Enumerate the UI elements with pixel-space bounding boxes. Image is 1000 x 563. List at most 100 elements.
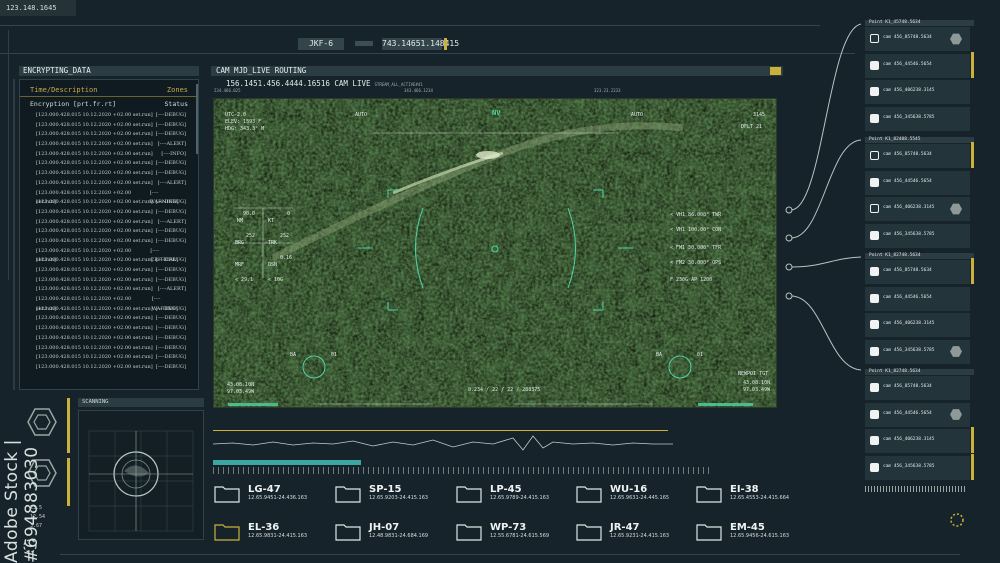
hud-v3: < FM1 30.000° TFR bbox=[670, 245, 722, 251]
encrypt-scroll-thumb[interactable] bbox=[196, 84, 198, 154]
log-row: [123.000.428.015 10.12.2020 +02.00 set.r… bbox=[20, 314, 198, 324]
camera-checkbox[interactable] bbox=[870, 267, 879, 276]
encrypt-col-zones: Zones bbox=[166, 86, 188, 94]
hud-v5: F 230G AP 1200 bbox=[670, 277, 712, 283]
camera-checkbox[interactable] bbox=[870, 113, 879, 123]
camera-checkbox[interactable] bbox=[870, 320, 879, 329]
log-status: [----ALERT] bbox=[157, 141, 186, 148]
code-tag[interactable]: JKF-6 bbox=[298, 38, 344, 50]
camera-item[interactable]: cam 456_345638.5785 bbox=[865, 453, 974, 480]
camera-item[interactable]: cam 456_85748.5634 bbox=[865, 142, 974, 168]
encrypt-col-time: Time/Description bbox=[30, 86, 98, 94]
folder-item[interactable]: SP-15 12.65.9203-24.415.163 bbox=[335, 484, 428, 503]
scanning-radar bbox=[88, 430, 194, 532]
vertical-watermark: Adobe Stock | #694883030 bbox=[2, 439, 42, 563]
log-row: [123.000.428.015 10.12.2020 +02.00 set.r… bbox=[20, 189, 198, 206]
folder-item[interactable]: EL-36 12.65.9831-24.415.163 bbox=[214, 522, 307, 541]
camera-checkbox[interactable] bbox=[870, 383, 879, 392]
folder-item[interactable]: WP-73 12.55.6781-24.615.569 bbox=[456, 522, 549, 541]
hud-r1: 3145 bbox=[753, 112, 765, 118]
hud-nm-value: 90.0 bbox=[243, 211, 255, 217]
camera-item[interactable]: cam 456_44546.5654 bbox=[865, 402, 970, 427]
folder-item[interactable]: LP-45 12.65.9789-24.415.163 bbox=[456, 484, 549, 503]
hud-v2: < VH1 100.00° CON bbox=[670, 227, 721, 233]
cam-title-marker bbox=[770, 67, 781, 75]
hud-ba-right: BA bbox=[656, 352, 662, 358]
camera-item[interactable]: cam 456_85748.5634 bbox=[865, 376, 970, 400]
log-row: [123.000.428.015 10.12.2020 +02.00 set.r… bbox=[20, 111, 198, 121]
folder-item[interactable]: LG-47 12.65.9451-24.436.163 bbox=[214, 484, 307, 503]
cam-tick-2: 343.466.1234 bbox=[404, 88, 433, 93]
ticker-scale bbox=[213, 467, 713, 474]
hud-mrf: MRF bbox=[235, 262, 244, 268]
hex-status-icon bbox=[950, 346, 962, 357]
selection-marker bbox=[971, 427, 974, 453]
camera-checkbox[interactable] bbox=[870, 177, 879, 187]
camera-item[interactable]: cam 456_44546.5654 bbox=[865, 286, 970, 311]
hud-dsn: DSN bbox=[268, 262, 277, 268]
camera-checkbox[interactable] bbox=[870, 60, 879, 70]
cam-feed[interactable]: UTC-2.0 ELEV: 1593 F HDG: 343.3° M AUTO … bbox=[213, 98, 777, 408]
cam-title: CAM MJD_LIVE ROUTING bbox=[211, 66, 783, 76]
log-time: [123.000.428.015 10.12.2020 +02.00 set.r… bbox=[36, 247, 132, 264]
camera-checkbox[interactable] bbox=[870, 204, 879, 213]
camera-checkbox[interactable] bbox=[870, 34, 879, 43]
top-divider bbox=[0, 25, 820, 26]
hud-z1: < 29.1 bbox=[235, 277, 253, 283]
camera-checkbox[interactable] bbox=[870, 151, 879, 160]
encrypt-status-label: Status bbox=[164, 100, 188, 108]
log-time: [123.000.428.015 10.12.2020 +02.00 set.r… bbox=[36, 257, 153, 264]
camera-item[interactable]: cam 456_406238.3145 bbox=[865, 427, 974, 453]
camera-item[interactable]: cam 456_406238.3145 bbox=[865, 197, 970, 221]
camera-label: cam 456_406238.3145 bbox=[883, 321, 935, 326]
camera-checkbox[interactable] bbox=[870, 462, 879, 472]
folder-item[interactable]: JR-47 12.65.9231-24.415.163 bbox=[576, 522, 669, 541]
cam-tick-3: 323.23.2233 bbox=[594, 88, 621, 93]
folder-coords: 12.65.9631-24.445.165 bbox=[610, 495, 670, 501]
camera-item[interactable]: cam 456_85748.5634 bbox=[865, 258, 974, 284]
folder-item[interactable]: WU-16 12.65.9631-24.445.165 bbox=[576, 484, 669, 503]
camera-checkbox[interactable] bbox=[870, 293, 879, 303]
encrypt-panel[interactable]: Time/Description Zones Encryption [prt.f… bbox=[19, 79, 199, 390]
folder-item[interactable]: EI-38 12.65.4553-24.415.664 bbox=[696, 484, 789, 503]
camera-item[interactable]: cam 456_44546.5654 bbox=[865, 170, 970, 195]
log-time: [123.000.428.015 10.12.2020 +02.00 set.r… bbox=[36, 305, 153, 312]
hud-z2: < 10G bbox=[268, 277, 283, 283]
log-time: [123.000.428.015 10.12.2020 +02.00 set.r… bbox=[36, 189, 132, 206]
waveform-graph bbox=[213, 435, 673, 451]
log-row: [123.000.428.015 10.12.2020 +02.00 set.r… bbox=[20, 150, 198, 160]
hud-lon: 97.03.49W bbox=[227, 389, 255, 395]
folder-item[interactable]: EM-45 12.65.9456-24.615.163 bbox=[696, 522, 789, 541]
log-status: [----DEBUG] bbox=[155, 305, 186, 312]
value-tag[interactable]: 743.14651.148415 bbox=[382, 38, 459, 50]
camera-item[interactable]: cam 456_345638.5785 bbox=[865, 106, 970, 131]
log-row: [123.000.428.015 10.12.2020 +02.00 set.r… bbox=[20, 179, 198, 189]
hud-dsn-value: 0.16 bbox=[280, 255, 292, 261]
log-status: [----DEBUG] bbox=[155, 363, 186, 370]
log-row: [123.000.428.015 10.12.2020 +02.00 set.r… bbox=[20, 305, 198, 315]
camera-checkbox[interactable] bbox=[870, 409, 879, 419]
camera-label: cam 456_85748.5634 bbox=[883, 35, 932, 40]
camera-checkbox[interactable] bbox=[870, 230, 879, 240]
camera-checkbox[interactable] bbox=[870, 346, 879, 356]
camera-item[interactable]: cam 456_345638.5785 bbox=[865, 223, 970, 248]
log-time: [123.000.428.015 10.12.2020 +02.00 set.r… bbox=[36, 276, 153, 283]
camera-item[interactable]: cam 456_406238.3145 bbox=[865, 313, 970, 337]
folder-code: EI-38 bbox=[730, 484, 759, 495]
camera-item[interactable]: cam 456_85748.5634 bbox=[865, 27, 970, 51]
folder-icon bbox=[335, 486, 361, 503]
camera-checkbox[interactable] bbox=[870, 87, 879, 96]
log-time: [123.000.428.015 10.12.2020 +02.00 set.r… bbox=[36, 150, 153, 157]
folder-coords: 12.65.9789-24.415.163 bbox=[490, 495, 550, 501]
camera-checkbox[interactable] bbox=[870, 436, 879, 445]
folder-icon bbox=[696, 524, 722, 541]
encrypt-title: ENCRYPTING_DATA bbox=[19, 66, 199, 76]
camera-item[interactable]: cam 456_406238.3145 bbox=[865, 80, 970, 104]
loading-ring-icon bbox=[950, 513, 964, 527]
camera-item[interactable]: cam 456_345638.5785 bbox=[865, 339, 970, 364]
camera-item[interactable]: cam 456_44546.5654 bbox=[865, 51, 974, 78]
folder-coords: 12.65.9456-24.615.163 bbox=[730, 533, 790, 539]
folder-item[interactable]: JH-07 12.48.9831-24.684.169 bbox=[335, 522, 428, 541]
folder-code: EL-36 bbox=[248, 522, 280, 533]
scanning-panel bbox=[78, 410, 204, 540]
